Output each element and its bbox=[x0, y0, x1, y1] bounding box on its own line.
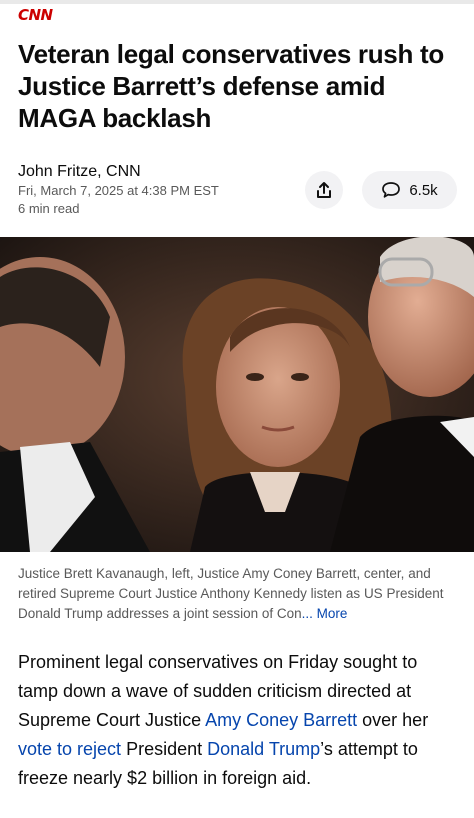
caption-text: Justice Brett Kavanaugh, left, Justice A… bbox=[18, 566, 444, 621]
body-text-3: President bbox=[121, 739, 208, 759]
share-button[interactable] bbox=[305, 171, 343, 209]
comment-icon bbox=[382, 182, 401, 198]
caption-more-link[interactable]: ... More bbox=[302, 606, 348, 621]
article-photo[interactable] bbox=[0, 237, 474, 552]
photo-caption: Justice Brett Kavanaugh, left, Justice A… bbox=[18, 564, 458, 624]
author-name[interactable]: John Fritze, CNN bbox=[18, 162, 318, 182]
share-icon bbox=[317, 182, 331, 198]
publish-date: Fri, March 7, 2025 at 4:38 PM EST bbox=[18, 183, 219, 198]
comments-button[interactable]: 6.5k bbox=[362, 171, 457, 209]
link-vote-to-reject[interactable]: vote to reject bbox=[18, 739, 121, 759]
article-body-paragraph: Prominent legal conservatives on Friday … bbox=[18, 648, 458, 793]
link-donald-trump[interactable]: Donald Trump bbox=[207, 739, 320, 759]
read-time: 6 min read bbox=[18, 201, 80, 216]
link-amy-coney-barrett[interactable]: Amy Coney Barrett bbox=[205, 710, 357, 730]
body-text-2: over her bbox=[357, 710, 429, 730]
article-photo-graphic bbox=[0, 237, 474, 552]
comment-count: 6.5k bbox=[409, 181, 438, 199]
article-headline: Veteran legal conservatives rush to Just… bbox=[18, 39, 444, 133]
cnn-logo[interactable]: CNN bbox=[18, 6, 53, 24]
byline: John Fritze, CNN Fri, March 7, 2025 at 4… bbox=[18, 162, 318, 218]
top-bar bbox=[0, 0, 474, 4]
